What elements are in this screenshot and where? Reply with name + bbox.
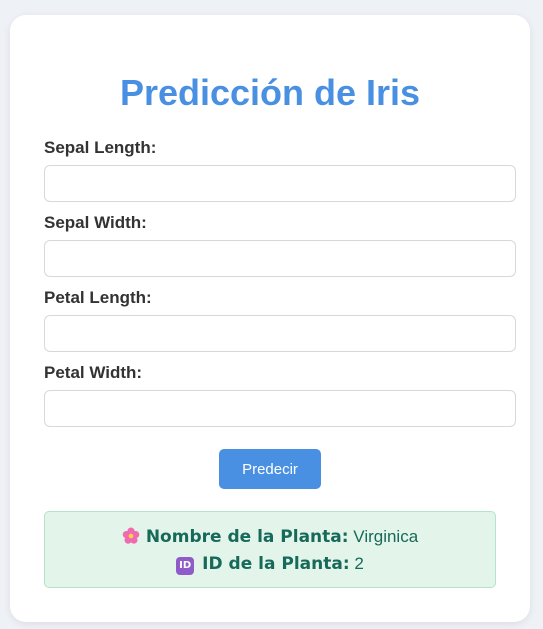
petal-length-label: Petal Length: [44, 288, 152, 307]
plant-name-label: Nombre de la Planta: [145, 527, 349, 547]
prediction-result: Nombre de la Planta: Virginica ID ID de l… [44, 511, 496, 588]
plant-id-line: ID ID de la Planta: 2 [45, 554, 495, 575]
plant-id-value: 2 [354, 554, 364, 573]
petal-width-label: Petal Width: [44, 363, 143, 382]
page-title: Predicción de Iris [119, 72, 421, 113]
sepal-length-input[interactable] [44, 165, 516, 202]
id-icon: ID [176, 557, 195, 575]
plant-name-line: Nombre de la Planta: Virginica [45, 527, 495, 547]
petal-length-input[interactable] [44, 315, 516, 352]
prediction-card: Predicción de Iris Sepal Length: Sepal W… [10, 15, 530, 622]
flower-icon [122, 527, 140, 544]
petal-width-input[interactable] [44, 390, 516, 427]
sepal-width-input[interactable] [44, 240, 516, 277]
plant-id-label: ID de la Planta: [202, 554, 350, 574]
predict-button[interactable]: Predecir [219, 449, 321, 489]
plant-name-value: Virginica [353, 527, 419, 546]
sepal-width-label: Sepal Width: [44, 213, 147, 232]
sepal-length-label: Sepal Length: [44, 138, 157, 157]
